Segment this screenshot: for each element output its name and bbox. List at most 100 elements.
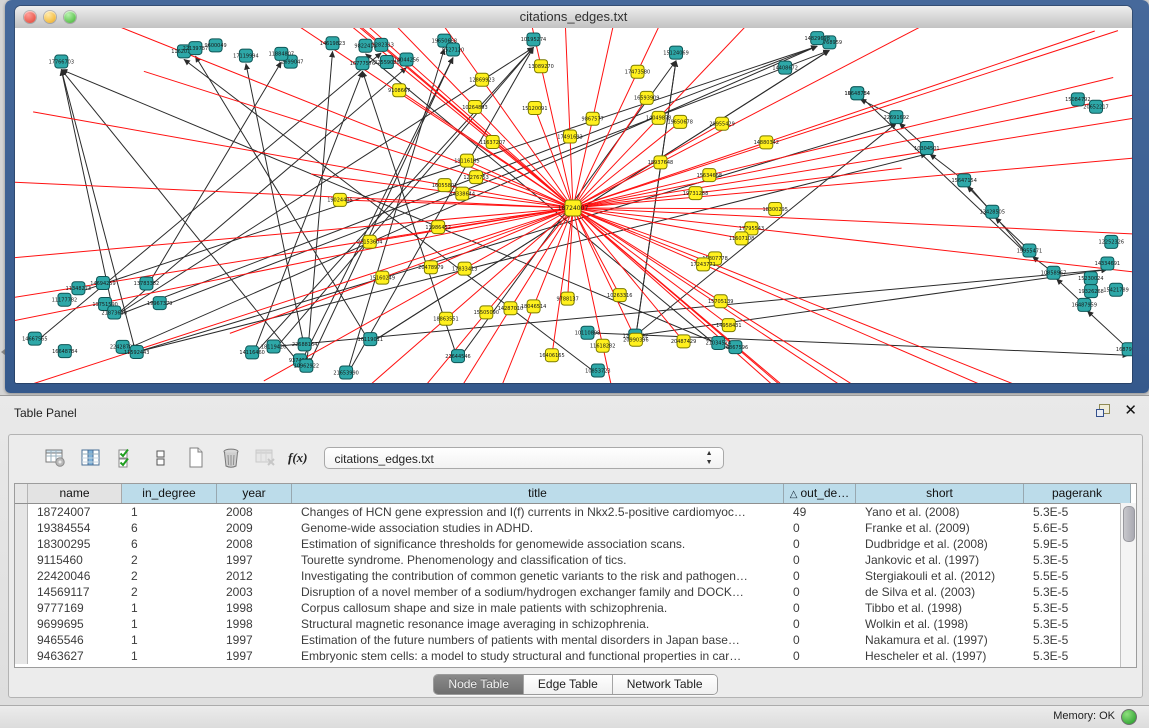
- table-row[interactable]: 911546021997Tourette syndrome. Phenomeno…: [15, 552, 1136, 568]
- svg-text:15634668: 15634668: [697, 173, 722, 179]
- graph-node-yellow[interactable]: 17491693: [557, 130, 582, 143]
- graph-node-teal[interactable]: 15124069: [663, 46, 688, 59]
- graph-node-yellow[interactable]: 18046514: [521, 300, 546, 313]
- graph-node-yellow[interactable]: 18300295: [762, 202, 787, 215]
- graph-node-teal[interactable]: 13428505: [980, 205, 1005, 218]
- graph-node-teal[interactable]: 14667565: [22, 332, 47, 345]
- citation-network-graph[interactable]: 1965066817766703140442561269904711884807…: [15, 28, 1132, 383]
- tab-network-table[interactable]: Network Table: [613, 675, 717, 694]
- column-header-title[interactable]: title: [292, 484, 784, 503]
- node-table[interactable]: name in_degree year title △out_de… short…: [14, 483, 1137, 668]
- graph-node-teal[interactable]: 10195274: [521, 33, 546, 46]
- graph-node-teal[interactable]: 15230024: [1078, 272, 1103, 285]
- graph-node-yellow[interactable]: 19116105: [454, 154, 479, 167]
- cell-year: 1998: [217, 600, 292, 616]
- row-gutter: [15, 584, 28, 600]
- graph-node-yellow[interactable]: 13089270: [528, 60, 553, 73]
- table-row[interactable]: 1872400712008Changes of HCN gene express…: [15, 504, 1136, 520]
- row-gutter: [15, 600, 28, 616]
- memory-indicator-icon[interactable]: [1121, 709, 1137, 725]
- svg-text:15647154: 15647154: [951, 178, 976, 184]
- graph-node-yellow[interactable]: 16593909: [634, 91, 659, 104]
- table-row[interactable]: 946554611997Estimation of the future num…: [15, 632, 1136, 648]
- column-header-year[interactable]: year: [217, 484, 292, 503]
- graph-node-teal[interactable]: 15421789: [1103, 283, 1128, 296]
- graph-node-teal[interactable]: 11348273: [66, 282, 91, 295]
- graph-node-teal[interactable]: 19326268: [1078, 285, 1103, 298]
- graph-node-yellow[interactable]: 9108667: [388, 84, 410, 97]
- graph-node-teal[interactable]: 12252326: [1099, 235, 1124, 248]
- graph-node-teal[interactable]: 16487959: [1072, 298, 1097, 311]
- network-window-titlebar[interactable]: citations_edges.txt: [15, 6, 1132, 29]
- graph-node-yellow[interactable]: 17473580: [625, 65, 650, 78]
- graph-node-yellow[interactable]: 16406165: [539, 349, 564, 362]
- table-row[interactable]: 946362711997Embryonic stem cells: a mode…: [15, 648, 1136, 664]
- row-options-icon[interactable]: [148, 445, 174, 471]
- graph-node-teal[interactable]: 16119011: [358, 333, 383, 346]
- graph-node-teal[interactable]: 11177782: [52, 293, 77, 306]
- select-columns-icon[interactable]: [113, 445, 139, 471]
- column-header-pagerank[interactable]: pagerank: [1024, 484, 1131, 503]
- table-row[interactable]: 1938455462009Genome-wide association stu…: [15, 520, 1136, 536]
- cell-short: Stergiakouli et al. (2012): [856, 568, 1024, 584]
- graph-node-teal[interactable]: 19967379: [147, 297, 172, 310]
- graph-node-teal[interactable]: 9822411: [354, 39, 376, 52]
- graph-node-yellow[interactable]: 14958431: [716, 319, 741, 332]
- graph-node-yellow[interactable]: 18863551: [433, 312, 458, 325]
- cell-pagerank: 5.5E-5: [1024, 568, 1131, 584]
- column-header-short[interactable]: short: [856, 484, 1024, 503]
- graph-node-yellow[interactable]: 15120091: [522, 102, 547, 115]
- table-row[interactable]: 977716911998Corpus callosum shape and si…: [15, 600, 1136, 616]
- column-header-out-degree[interactable]: △out_de…: [784, 484, 856, 503]
- graph-node-teal[interactable]: 17119994: [233, 49, 258, 62]
- graph-node-yellow[interactable]: 14880342: [754, 136, 779, 149]
- graph-node-teal[interactable]: 10110898: [575, 326, 600, 339]
- table-scrollbar-thumb[interactable]: [1123, 506, 1135, 542]
- table-scrollbar[interactable]: [1120, 503, 1136, 667]
- svg-text:19731288: 19731288: [683, 191, 708, 197]
- close-panel-icon[interactable]: ✕: [1124, 404, 1137, 417]
- table-row[interactable]: 2242004622012Investigating the contribut…: [15, 568, 1136, 584]
- table-row[interactable]: 969969511998Structural magnetic resonanc…: [15, 616, 1136, 632]
- delete-attribute-icon[interactable]: [218, 445, 244, 471]
- graph-node-teal[interactable]: 10858967: [1041, 266, 1066, 279]
- table-row[interactable]: 1830029562008Estimation of significance …: [15, 536, 1136, 552]
- cell-title: Estimation of significance thresholds fo…: [292, 536, 784, 552]
- new-table-icon[interactable]: [183, 445, 209, 471]
- graph-node-teal[interactable]: 21653990: [333, 366, 358, 379]
- graph-node-teal[interactable]: 22688164: [292, 338, 317, 351]
- graph-node-yellow[interactable]: 11618282: [590, 339, 615, 352]
- graph-node-yellow[interactable]: 16055801: [432, 179, 457, 192]
- graph-node-yellow[interactable]: 19024405: [327, 193, 352, 206]
- network-canvas[interactable]: 1965066817766703140442561269904711884807…: [15, 28, 1132, 383]
- graph-node-teal[interactable]: 16648784: [844, 87, 869, 100]
- table-settings-icon[interactable]: [43, 445, 69, 471]
- show-column-icon[interactable]: [78, 445, 104, 471]
- column-header-in-degree[interactable]: in_degree: [122, 484, 217, 503]
- graph-node-teal[interactable]: 16648784: [52, 345, 77, 358]
- column-header-name[interactable]: name: [28, 484, 122, 503]
- graph-node-teal[interactable]: 21644546: [445, 350, 470, 363]
- graph-node-teal[interactable]: 16879090: [1116, 343, 1132, 356]
- cell-out-degree: 0: [784, 568, 856, 584]
- graph-node-teal[interactable]: 14408672: [772, 61, 797, 74]
- svg-text:21034524: 21034524: [706, 341, 731, 347]
- tab-edge-table[interactable]: Edge Table: [524, 675, 613, 694]
- graph-node-yellow[interactable]: 10263316: [607, 289, 632, 302]
- graph-node-teal[interactable]: 15647154: [951, 174, 976, 187]
- graph-node-teal[interactable]: 14619823: [320, 37, 345, 50]
- float-panel-icon[interactable]: [1096, 404, 1110, 417]
- table-row[interactable]: 1456911722003Disruption of a novel membe…: [15, 584, 1136, 600]
- graph-edge-red: [304, 312, 487, 383]
- graph-node-teal[interactable]: 17766703: [49, 55, 74, 68]
- graph-node-teal[interactable]: 13783382: [134, 277, 159, 290]
- svg-text:12276753: 12276753: [463, 175, 488, 181]
- tab-node-table[interactable]: Node Table: [434, 675, 524, 694]
- graph-node-yellow[interactable]: 15505090: [474, 306, 499, 319]
- svg-text:16055801: 16055801: [432, 183, 457, 189]
- cell-in-degree: 1: [122, 632, 217, 648]
- graph-node-yellow[interactable]: 14287010: [498, 302, 523, 315]
- table-selector-dropdown[interactable]: citations_edges.txt ▲▼: [324, 447, 724, 469]
- function-builder-icon[interactable]: f(x): [288, 450, 308, 466]
- graph-node-yellow[interactable]: 15634668: [697, 169, 722, 182]
